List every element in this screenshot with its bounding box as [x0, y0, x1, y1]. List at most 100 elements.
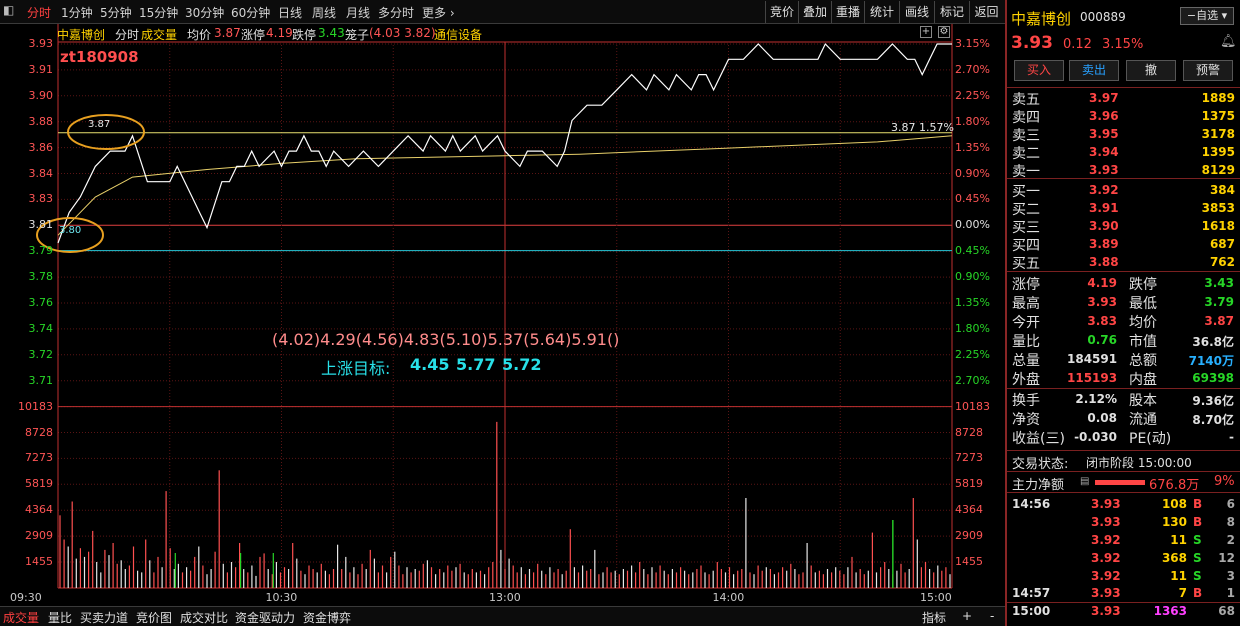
stat-label: 总额 — [1129, 353, 1157, 369]
tick-price: 3.93 — [1091, 497, 1121, 511]
ask-volume: 1395 — [1201, 145, 1235, 159]
tick-volume: 11 — [1170, 569, 1187, 583]
time-tick-label: 13:00 — [489, 591, 521, 604]
buy-button[interactable]: 买入 — [1014, 60, 1064, 81]
pct-tick-label: 0.45% — [955, 192, 990, 206]
volume-tick-label: 4364 — [25, 503, 53, 517]
tab-trade-compare[interactable]: 成交对比 — [180, 609, 228, 626]
divider — [1007, 471, 1240, 472]
settings-icon[interactable]: ⚙ — [938, 26, 950, 38]
alert-button[interactable]: 预警 — [1183, 60, 1233, 81]
tick-count: 2 — [1226, 533, 1235, 547]
target-value-2: 5.77 — [456, 355, 496, 374]
tick-volume: 11 — [1170, 533, 1187, 547]
pct-tick-label: 0.00% — [955, 218, 990, 232]
stat-label: 最低 — [1129, 296, 1157, 312]
divider — [1007, 388, 1240, 389]
price-change: 0.12 — [1063, 37, 1092, 52]
indicator-button[interactable]: 指标 — [922, 609, 946, 626]
stat-value: 4.19 — [1087, 276, 1117, 290]
limit-up-label: 涨停 — [241, 28, 266, 42]
bid-price: 3.91 — [1089, 201, 1119, 215]
stat-value: 3.93 — [1087, 295, 1117, 309]
detail-icon[interactable]: ▤ — [1080, 476, 1089, 487]
timeshare-chart[interactable]: 中嘉博创 分时 成交量 均价 3.87 涨停 4.19 跌停 3.43 笼子 (… — [0, 24, 1005, 606]
netflow-pct: 9% — [1214, 474, 1235, 489]
limit-down-label: 跌停 — [292, 28, 317, 42]
tab-fund-drive[interactable]: 资金驱动力 — [235, 609, 295, 626]
watchlist-dropdown[interactable]: −自选 ▾ — [1180, 7, 1234, 25]
watermark: zt180908 — [60, 48, 139, 66]
tick-side: S — [1193, 569, 1202, 583]
tick-side: B — [1193, 586, 1203, 600]
limit-down-value: 3.43 — [318, 26, 345, 40]
trade-status-label: 交易状态: — [1012, 457, 1069, 472]
replay-button[interactable]: 重播 — [831, 1, 864, 23]
statistics-button[interactable]: 统计 — [864, 1, 899, 23]
tab-fund-game[interactable]: 资金博弈 — [303, 609, 351, 626]
stat-value: 3.43 — [1204, 276, 1234, 290]
cancel-order-button[interactable]: 撤 — [1126, 60, 1176, 81]
tick-price: 3.93 — [1091, 586, 1121, 600]
mark-button[interactable]: 标记 — [934, 1, 969, 23]
tab-15min[interactable]: 15分钟 — [139, 4, 178, 21]
bid-volume: 762 — [1209, 255, 1235, 269]
back-button[interactable]: 返回 — [969, 1, 1003, 23]
stat-label: 外盘 — [1012, 372, 1040, 388]
tick-volume: 368 — [1161, 551, 1187, 565]
tab-60min[interactable]: 60分钟 — [231, 4, 270, 21]
tab-volume[interactable]: 成交量 — [3, 609, 39, 626]
target-title: 上涨目标: — [321, 359, 391, 378]
tab-volume-ratio[interactable]: 量比 — [48, 609, 72, 626]
horizontal-line-label: 3.87 1.57% — [891, 121, 954, 134]
tab-5min[interactable]: 5分钟 — [100, 4, 132, 21]
stat-label: 市值 — [1129, 334, 1157, 350]
remove-indicator-button[interactable]: - — [990, 609, 994, 623]
volume-tick-label-right: 5819 — [955, 477, 983, 491]
price-tick-label: 3.72 — [28, 347, 54, 361]
overlay-button[interactable]: 叠加 — [798, 1, 831, 23]
divider — [1007, 450, 1240, 451]
tab-daily[interactable]: 日线 — [278, 4, 302, 21]
sell-button[interactable]: 卖出 — [1069, 60, 1119, 81]
pct-tick-label: 3.15% — [955, 37, 990, 50]
price-tick-label: 3.74 — [28, 321, 54, 335]
tick-price: 3.92 — [1091, 533, 1121, 547]
bid-volume: 1618 — [1201, 219, 1235, 233]
tab-timeshare[interactable]: 分时 — [27, 4, 51, 21]
pct-tick-label: 0.90% — [955, 270, 990, 284]
sector-link[interactable]: 通信设备 — [434, 26, 482, 43]
tab-buy-sell-force[interactable]: 买卖力道 — [80, 609, 128, 626]
zoom-in-icon[interactable]: + — [920, 26, 932, 38]
tab-auction-chart[interactable]: 竞价图 — [136, 609, 172, 626]
limit-up-value: 4.19 — [266, 26, 293, 40]
target-sequence: (4.02)4.29(4.56)4.83(5.10)5.37(5.64)5.91… — [272, 330, 620, 349]
bid-label: 买三 — [1012, 220, 1040, 236]
price-tick-label: 3.84 — [28, 166, 54, 180]
tab-1min[interactable]: 1分钟 — [61, 4, 93, 21]
sidebar-toggle-icon[interactable]: ◧ — [3, 3, 14, 17]
price-tick-label: 3.93 — [28, 37, 54, 50]
auction-button[interactable]: 竞价 — [765, 1, 798, 23]
tab-monthly[interactable]: 月线 — [346, 4, 370, 21]
stat-label: 量比 — [1012, 334, 1040, 350]
tab-more[interactable]: 更多 › — [422, 4, 455, 21]
stat-value: 69398 — [1192, 371, 1234, 385]
netflow-value: 676.8万 — [1149, 478, 1200, 493]
tick-count: 8 — [1226, 515, 1235, 529]
tick-count: 6 — [1226, 497, 1235, 511]
draw-line-button[interactable]: 画线 — [899, 1, 934, 23]
pct-tick-label: 2.70% — [955, 62, 990, 76]
bell-icon[interactable]: 🔔︎ — [1220, 34, 1237, 49]
divider — [1007, 178, 1240, 179]
tab-multi-timeshare[interactable]: 多分时 — [378, 4, 414, 21]
panel-stock-name: 中嘉博创 — [1011, 10, 1072, 28]
ask-price: 3.97 — [1089, 91, 1119, 105]
tab-weekly[interactable]: 周线 — [312, 4, 336, 21]
volume-tick-label-right: 8728 — [955, 425, 983, 439]
tick-volume: 108 — [1161, 497, 1187, 511]
add-indicator-button[interactable]: + — [962, 609, 972, 623]
low-price-label: 3.80 — [59, 225, 82, 236]
stat-value: 0.08 — [1087, 411, 1117, 425]
tab-30min[interactable]: 30分钟 — [185, 4, 224, 21]
